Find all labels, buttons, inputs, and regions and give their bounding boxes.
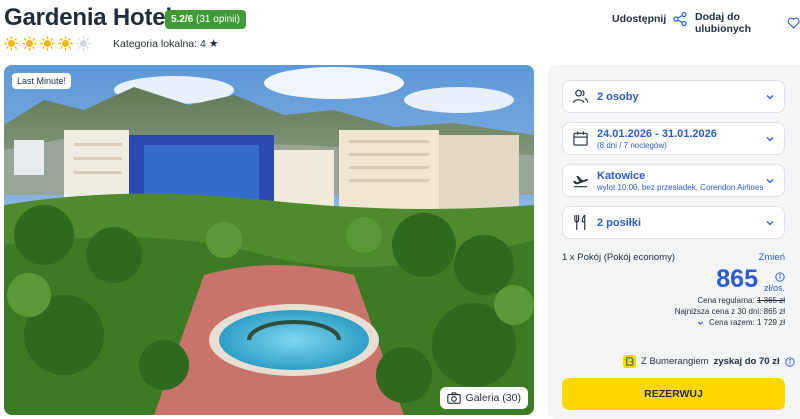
chevron-down-icon [766, 178, 774, 183]
regular-price-line: Cena regularna: 1 365 zł [697, 296, 785, 305]
chevron-down-icon [766, 94, 774, 99]
star-icon: ★ [208, 38, 219, 50]
sun-icon [40, 36, 55, 51]
meals-text: 2 posiłki [597, 217, 641, 229]
departure-city: Katowice [597, 169, 646, 182]
people-icon [572, 89, 589, 103]
chevron-down-icon [697, 321, 704, 325]
last-minute-badge: Last Minute! [12, 73, 72, 89]
boomerang-prefix: Z Bumerangiem [641, 356, 709, 367]
regular-price-label: Cena regularna: [697, 296, 755, 305]
price-per-person: 865 [716, 265, 758, 293]
boomerang-promo: Z Bumerangiem zyskaj do 70 zł [623, 355, 795, 368]
departure-text: Katowice wylot 10:00, bez przesiadek, Co… [597, 170, 763, 192]
info-icon[interactable] [775, 272, 785, 282]
boomerang-bonus: zyskaj do 70 zł [713, 356, 780, 367]
persons-text: 2 osoby [597, 91, 639, 103]
sun-empty-icon [76, 36, 91, 51]
dates-selector[interactable]: 24.01.2026 - 31.01.2026 (8 dni / 7 nocle… [562, 122, 785, 155]
plane-icon [572, 175, 588, 188]
total-price: Cena razem: 1 729 zł [708, 318, 785, 327]
info-icon[interactable] [784, 356, 795, 367]
book-button[interactable]: REZERWUJ [562, 378, 785, 410]
sun-icon [4, 36, 19, 51]
sun-icon [22, 36, 37, 51]
heart-icon [787, 17, 800, 29]
favorite-button[interactable]: Dodaj do ulubionych [695, 11, 800, 35]
share-icon [673, 11, 687, 27]
booking-panel: 2 osoby 24.01.2026 - 31.01.2026 (8 dni /… [548, 65, 800, 419]
calendar-icon [573, 131, 588, 146]
persons-value: 2 osoby [597, 90, 639, 103]
favorite-label: Dodaj do ulubionych [695, 11, 751, 35]
chevron-down-icon [766, 220, 774, 225]
hotel-photo[interactable]: Last Minute! Galeria (30) [4, 65, 534, 415]
local-category: Kategoria lokalna: 4 ★ [113, 37, 219, 50]
room-summary: 1 x Pokój (Pokój economy) [562, 252, 675, 263]
share-label: Udostępnij [612, 13, 667, 25]
hotel-photo-image [4, 65, 534, 415]
category-label: Kategoria lokalna: 4 [113, 38, 206, 50]
departure-details: wylot 10:00, bez przesiadek, Corendon Ai… [597, 182, 764, 192]
sun-rating [4, 36, 91, 51]
rating-score: 5.2/6 [171, 14, 194, 25]
price-unit: zł/os. [763, 283, 785, 293]
dates-duration: (8 dni / 7 noclegów) [597, 140, 667, 150]
cutlery-icon [574, 214, 586, 231]
hotel-name: Gardenia Hotel [4, 4, 172, 31]
persons-selector[interactable]: 2 osoby [562, 80, 785, 113]
rating-badge[interactable]: 5.2/6 (31 opinii) [165, 10, 246, 29]
change-room-link[interactable]: Zmień [759, 252, 785, 263]
departure-selector[interactable]: Katowice wylot 10:00, bez przesiadek, Co… [562, 164, 785, 197]
camera-icon [446, 392, 461, 404]
meals-value: 2 posiłki [597, 216, 642, 229]
regular-price-value: 1 365 zł [756, 296, 785, 305]
rating-opinions: (31 opinii) [196, 14, 240, 25]
gallery-button[interactable]: Galeria (30) [439, 387, 528, 409]
dates-text: 24.01.2026 - 31.01.2026 (8 dni / 7 nocle… [597, 128, 717, 150]
chevron-down-icon [766, 136, 774, 141]
sun-icon [58, 36, 73, 51]
lowest-price-line: Najniższa cena z 30 dni: 865 zł [674, 307, 785, 316]
meals-selector[interactable]: 2 posiłki [562, 206, 785, 239]
boomerang-icon [623, 355, 636, 368]
total-price-toggle[interactable]: Cena razem: 1 729 zł [697, 318, 785, 327]
share-button[interactable]: Udostępnij [612, 11, 688, 27]
gallery-label: Galeria (30) [465, 392, 521, 404]
dates-value: 24.01.2026 - 31.01.2026 [597, 127, 717, 140]
hotel-header: Gardenia Hotel 5.2/6 (31 opinii) Kategor… [0, 0, 800, 60]
